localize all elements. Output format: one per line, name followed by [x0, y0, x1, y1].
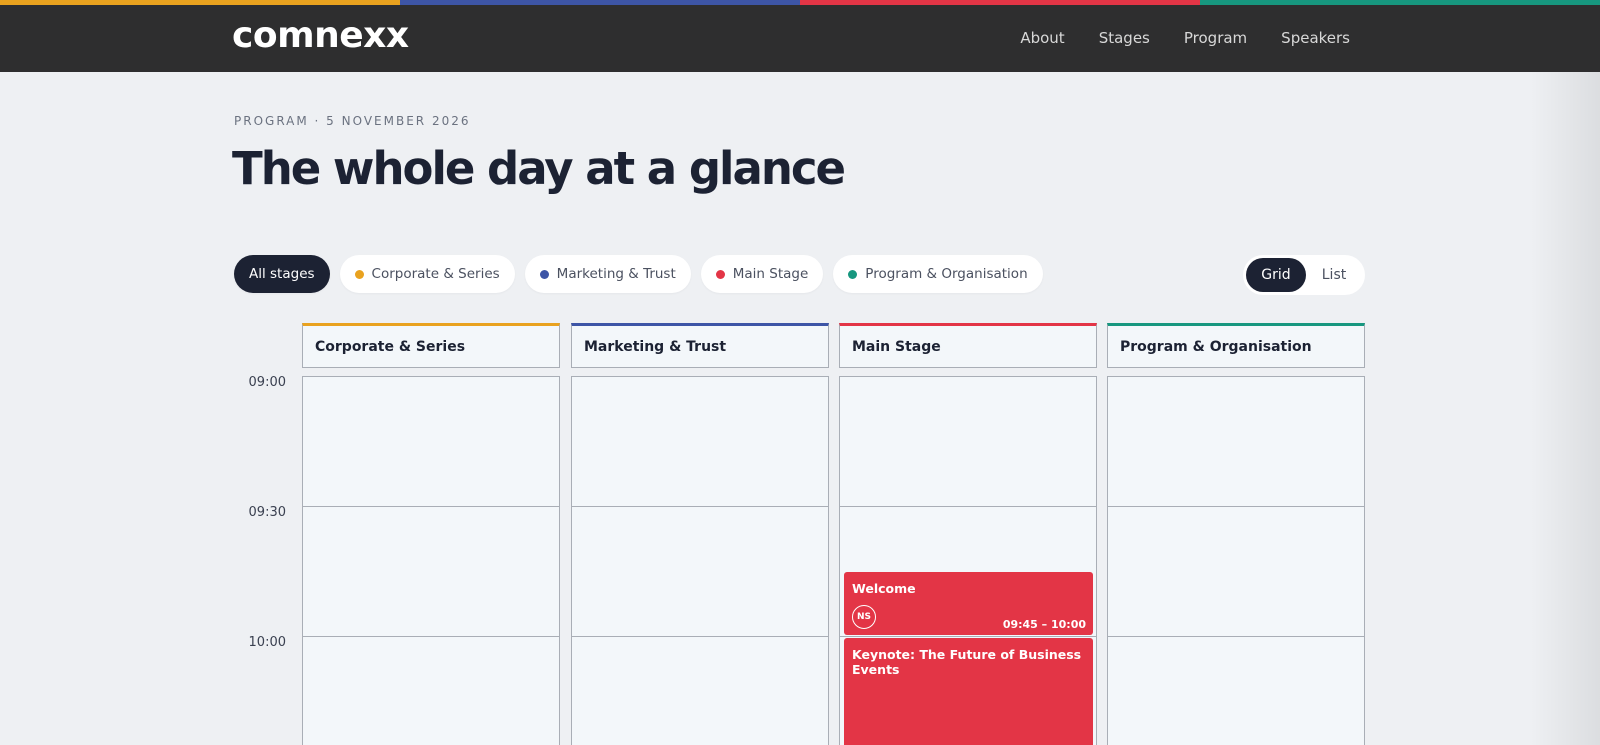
time-label: 09:00 — [248, 375, 286, 390]
stage-column-marketing: Marketing & Trust — [571, 323, 829, 745]
filter-all-stages[interactable]: All stages — [234, 255, 330, 293]
event-time: 09:45 – 10:00 — [1002, 618, 1086, 631]
column-header: Marketing & Trust — [571, 323, 829, 368]
column-slots — [571, 376, 829, 745]
filter-program-organisation[interactable]: Program & Organisation — [833, 255, 1043, 293]
stage-column-corporate: Corporate & Series — [302, 323, 560, 745]
slot-divider — [840, 506, 1096, 507]
nav-stages[interactable]: Stages — [1099, 29, 1150, 47]
event-title: Keynote: The Future of Business Events — [852, 647, 1082, 677]
site-logo[interactable]: comnexx — [232, 15, 409, 56]
top-navigation: comnexx About Stages Program Speakers — [0, 5, 1600, 72]
column-header: Main Stage — [839, 323, 1097, 368]
stage-filters: All stages Corporate & Series Marketing … — [234, 255, 1043, 293]
slot-divider — [572, 506, 828, 507]
event-keynote[interactable]: Keynote: The Future of Business Events — [844, 638, 1093, 745]
filter-label: Marketing & Trust — [556, 266, 676, 282]
column-slots — [1107, 376, 1365, 745]
page-title: The whole day at a glance — [232, 142, 846, 195]
time-label: 10:00 — [248, 635, 286, 650]
filter-marketing-trust[interactable]: Marketing & Trust — [524, 255, 691, 293]
filter-main-stage[interactable]: Main Stage — [700, 255, 824, 293]
filter-label: Main Stage — [732, 266, 809, 282]
slot-divider — [572, 636, 828, 637]
grid-view-button[interactable]: Grid — [1246, 258, 1306, 292]
view-toggle: Grid List — [1243, 255, 1365, 295]
slot-divider — [1108, 506, 1364, 507]
corporate-dot-icon — [354, 269, 364, 279]
slot-divider — [303, 636, 559, 637]
stage-column-program: Program & Organisation — [1107, 323, 1365, 745]
main-nav: About Stages Program Speakers — [1020, 29, 1350, 47]
column-slots — [302, 376, 560, 745]
page-eyebrow: PROGRAM · 5 NOVEMBER 2026 — [234, 114, 471, 128]
marketing-dot-icon — [539, 269, 549, 279]
nav-speakers[interactable]: Speakers — [1281, 29, 1350, 47]
stage-column-main: Main Stage Welcome NS 09:45 – 10:00 Keyn… — [839, 323, 1097, 745]
filter-label: Program & Organisation — [865, 266, 1028, 282]
program-dot-icon — [848, 269, 858, 279]
column-header: Program & Organisation — [1107, 323, 1365, 368]
column-header: Corporate & Series — [302, 323, 560, 368]
speaker-avatar: NS — [852, 605, 876, 629]
column-slots: Welcome NS 09:45 – 10:00 Keynote: The Fu… — [839, 376, 1097, 745]
list-view-button[interactable]: List — [1306, 258, 1362, 292]
slot-divider — [1108, 636, 1364, 637]
time-label: 09:30 — [248, 505, 286, 520]
nav-about[interactable]: About — [1020, 29, 1064, 47]
filter-corporate-series[interactable]: Corporate & Series — [339, 255, 515, 293]
edge-shadow — [1530, 72, 1600, 745]
event-title: Welcome — [852, 581, 916, 596]
event-welcome[interactable]: Welcome NS 09:45 – 10:00 — [844, 572, 1093, 635]
slot-divider — [840, 636, 1096, 637]
main-stage-dot-icon — [715, 269, 725, 279]
filter-label: Corporate & Series — [371, 266, 500, 282]
slot-divider — [303, 506, 559, 507]
nav-program[interactable]: Program — [1184, 29, 1247, 47]
